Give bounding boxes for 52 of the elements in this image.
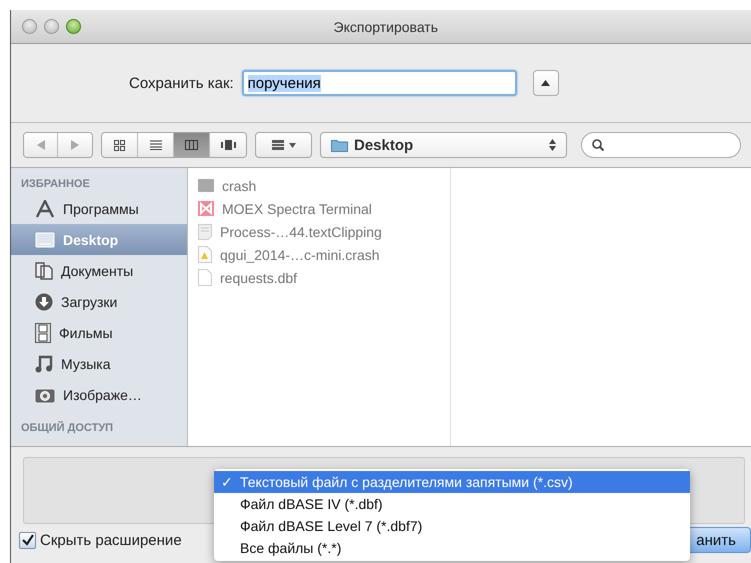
folder-icon xyxy=(198,179,214,192)
document-icon xyxy=(198,269,212,286)
view-mode-button[interactable] xyxy=(210,133,246,157)
music-note-icon xyxy=(35,354,53,372)
sidebar-item[interactable]: Документы xyxy=(11,255,187,286)
columns-icon xyxy=(185,140,198,150)
sidebar-item[interactable]: Фильмы xyxy=(11,317,187,348)
search-icon xyxy=(592,139,604,151)
sidebar-item[interactable]: Изображе… xyxy=(11,379,187,410)
view-mode-button[interactable] xyxy=(102,133,138,157)
save-as-label: Сохранить как: xyxy=(129,74,234,92)
updown-arrows-icon xyxy=(549,139,556,151)
hide-extension-checkbox[interactable]: Скрыть расширение xyxy=(19,532,182,548)
film-icon xyxy=(35,322,51,342)
sidebar-section-title: ИЗБРАННОЕ xyxy=(20,177,91,192)
text-clipping-icon xyxy=(198,224,212,240)
documents-icon xyxy=(35,262,53,280)
file-item[interactable]: qgui_2014-…c-mini.crash xyxy=(188,243,450,266)
file-item[interactable]: requests.dbf xyxy=(188,266,450,289)
expand-button[interactable] xyxy=(532,70,559,96)
left-arrow-icon xyxy=(36,140,44,150)
camera-icon xyxy=(35,386,55,402)
menu-item[interactable]: ✓ Текстовый файл с разделителями запятыми (*.csv) xyxy=(214,471,690,493)
warning-document-icon xyxy=(198,246,212,263)
search-field[interactable] xyxy=(581,132,741,158)
app-icon xyxy=(198,201,214,216)
sidebar-item[interactable]: Программы xyxy=(11,193,187,224)
sidebar-section-title: ОБЩИЙ ДОСТУП xyxy=(20,420,114,436)
zoom-button[interactable] xyxy=(66,19,81,34)
download-icon xyxy=(35,292,53,310)
menu-item[interactable]: Файл dBASE IV (*.dbf) xyxy=(214,493,690,515)
file-item[interactable]: Process-…44.textClipping xyxy=(188,220,450,243)
sidebar-item[interactable]: Музыка xyxy=(11,348,187,379)
file-item[interactable]: crash xyxy=(188,174,450,197)
list-icon xyxy=(150,140,162,150)
app-store-icon xyxy=(35,200,55,218)
view-mode-button[interactable] xyxy=(138,133,174,157)
view-mode-button[interactable] xyxy=(174,133,210,157)
triangle-icon xyxy=(541,80,550,86)
cover-flow-icon xyxy=(220,140,236,150)
filename-field[interactable]: поручения xyxy=(242,70,517,96)
file-item[interactable]: MOEX Spectra Terminal xyxy=(188,197,450,220)
right-arrow-icon xyxy=(71,140,79,150)
grid-icon xyxy=(114,140,125,150)
arrange-icon xyxy=(272,140,296,150)
desktop-icon xyxy=(35,232,55,248)
folder-icon xyxy=(331,138,348,152)
location-dropdown[interactable]: Desktop xyxy=(320,132,567,158)
sidebar-item[interactable]: Загрузки xyxy=(11,286,187,317)
arrange-button[interactable] xyxy=(255,132,312,158)
window-title: Экспортировать xyxy=(334,18,438,34)
checkmark-icon xyxy=(22,534,34,546)
